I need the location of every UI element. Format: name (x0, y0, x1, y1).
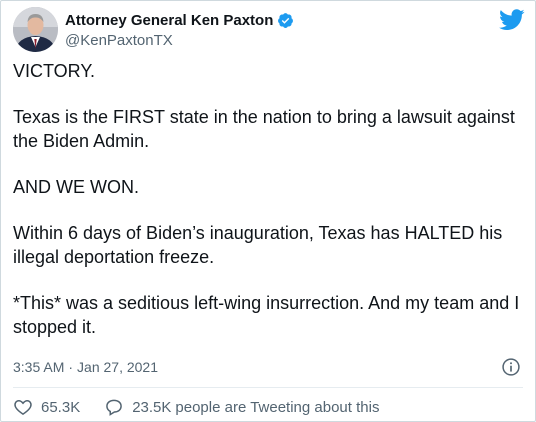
like-button[interactable]: 65.3K (13, 397, 80, 417)
tweet-paragraph: Within 6 days of Biden’s inauguration, T… (13, 223, 503, 267)
tweet-time: 3:35 AM (13, 359, 65, 375)
verified-badge-icon (278, 12, 294, 28)
author-display-name[interactable]: Attorney General Ken Paxton (65, 12, 273, 29)
avatar-portrait (13, 7, 58, 52)
tweet-text: VICTORY. Texas is the FIRST state in the… (13, 59, 525, 361)
heart-icon (14, 399, 32, 415)
tweeting-text: people are Tweeting about this (175, 398, 380, 416)
tweet-paragraph: *This* was a seditious left-wing insurre… (13, 293, 520, 337)
tweet-paragraph: VICTORY. (13, 61, 96, 81)
like-count: 65.3K (41, 398, 81, 416)
tweeting-count: 23.5K (132, 398, 172, 416)
avatar[interactable] (13, 7, 58, 52)
twitter-bird-icon[interactable] (499, 9, 525, 31)
meta-separator: · (68, 359, 74, 375)
tweet-card: Attorney General Ken Paxton @KenPaxtonTX… (0, 0, 536, 422)
reply-button[interactable]: 23.5K people are Tweeting about this (104, 397, 379, 417)
reply-bubble-icon (106, 399, 123, 416)
tweet-date: Jan 27, 2021 (77, 359, 159, 375)
author-identity: Attorney General Ken Paxton @KenPaxtonTX (65, 10, 294, 49)
tweet-paragraph: Texas is the FIRST state in the nation t… (13, 107, 515, 151)
author-handle[interactable]: @KenPaxtonTX (65, 32, 294, 49)
tweet-header: Attorney General Ken Paxton @KenPaxtonTX (13, 7, 525, 55)
divider (13, 387, 523, 388)
tweet-actions: 65.3K 23.5K people are Tweeting about th… (13, 397, 379, 417)
tweet-timestamp[interactable]: 3:35 AM · Jan 27, 2021 (13, 357, 525, 377)
tweet-paragraph: AND WE WON. (13, 177, 139, 197)
info-icon[interactable] (501, 357, 521, 377)
